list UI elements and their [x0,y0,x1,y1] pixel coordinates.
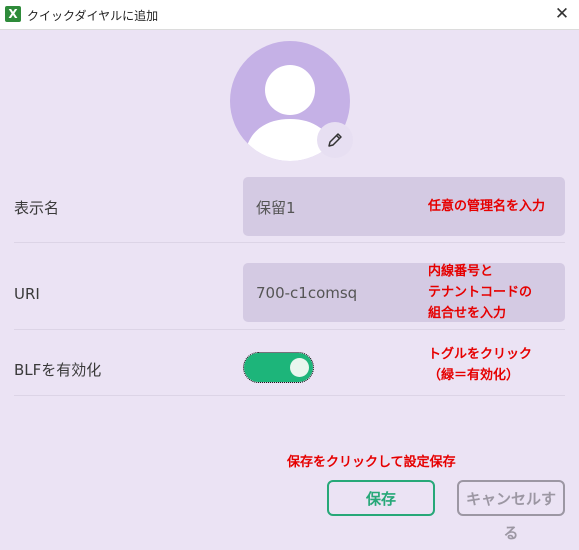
toggle-annotation-line: トグルをクリック [428,347,533,362]
save-annotation: 保存をクリックして設定保存 [287,455,456,470]
close-button[interactable]: ✕ [551,3,573,25]
display-name-label: 表示名 [14,199,60,217]
blf-label: BLFを有効化 [14,361,102,379]
toggle-annotation-line: （緑＝有効化） [428,368,520,383]
uri-annotation-line: 組合せを入力 [428,306,507,321]
app-icon: X [5,6,21,22]
divider [14,242,565,243]
save-button[interactable]: 保存 [327,480,435,516]
uri-annotation: 内線番号と テナントコードの 組合せを入力 [428,261,532,324]
uri-annotation-line: テナントコードの [428,285,533,300]
uri-value: 700-c1comsq [256,284,358,302]
toggle-annotation: トグルをクリック （緑＝有効化） [428,344,532,386]
window-title: クイックダイヤルに追加 [27,9,159,23]
display-name-annotation: 任意の管理名を入力 [428,199,546,214]
title-bar: X クイックダイヤルに追加 ✕ [0,0,579,30]
blf-toggle[interactable] [243,352,314,383]
close-icon: ✕ [554,4,570,24]
uri-annotation-line: 内線番号と [428,264,494,279]
uri-label: URI [14,285,40,303]
edit-avatar-button[interactable] [317,122,353,158]
divider [14,329,565,330]
display-name-value: 保留1 [256,199,296,217]
pencil-icon [328,133,342,147]
toggle-knob [290,358,309,377]
divider [14,395,565,396]
cancel-button[interactable]: キャンセルする [457,480,565,542]
